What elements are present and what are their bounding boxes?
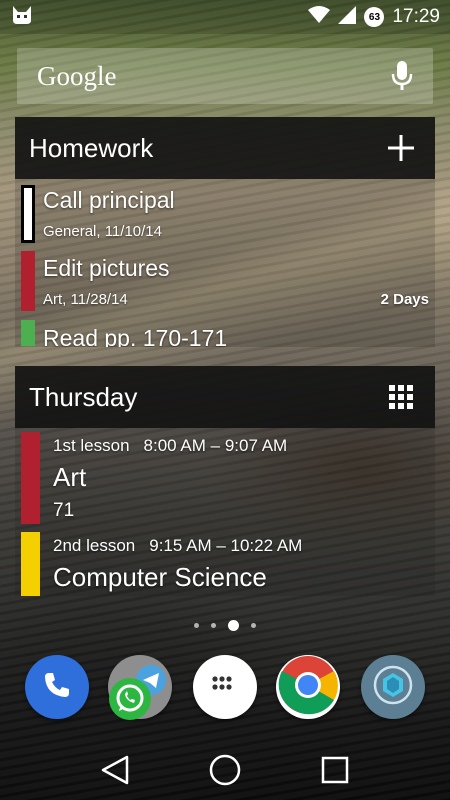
clock: 17:29 [392, 6, 440, 27]
homework-due-badge: 2 Days [380, 291, 429, 308]
lesson-row[interactable]: 1st lesson 8:00 AM – 9:07 AM Art 71 [15, 432, 435, 526]
whatsapp-icon [108, 677, 152, 726]
camera-app[interactable] [361, 655, 425, 719]
home-icon[interactable] [200, 745, 250, 795]
navigation-bar [0, 740, 450, 800]
lesson-meta: 1st lesson 8:00 AM – 9:07 AM [53, 436, 287, 456]
dock [0, 652, 450, 722]
homework-item[interactable]: Read pp. 170-171 [15, 319, 435, 347]
homework-item[interactable]: Call principal General, 11/10/14 [15, 185, 435, 245]
page-dot [251, 622, 256, 628]
recents-icon[interactable] [310, 745, 360, 795]
homework-color-bar [21, 320, 35, 346]
lesson-color-bar [21, 532, 40, 596]
homework-title: Homework [29, 132, 154, 163]
homework-item-title: Edit pictures [43, 255, 170, 281]
hexagon-icon [373, 665, 413, 710]
app-drawer-icon [212, 675, 238, 699]
lesson-subject: Computer Science [53, 562, 267, 592]
homework-item-subtitle: General, 11/10/14 [43, 223, 162, 240]
google-search-bar[interactable]: Google [17, 48, 433, 104]
lesson-subject: Art [53, 462, 87, 492]
signal-icon [338, 5, 357, 29]
page-indicator [0, 617, 450, 633]
lesson-number: 2nd lesson [53, 536, 136, 555]
lesson-time: 9:15 AM – 10:22 AM [149, 536, 303, 555]
timetable-day-title: Thursday [29, 381, 138, 412]
wifi-icon [308, 5, 331, 29]
status-bar: 63 17:29 [0, 0, 450, 34]
timetable-widget-header: Thursday [15, 366, 435, 428]
homework-color-bar [21, 251, 35, 311]
homework-item-subtitle: Art, 11/28/14 [43, 291, 128, 308]
homework-item-title: Read pp. 170-171 [43, 325, 228, 347]
phone-icon [42, 670, 72, 705]
lesson-number: 1st lesson [53, 436, 130, 455]
back-icon[interactable] [90, 745, 140, 795]
plus-icon[interactable] [381, 128, 421, 168]
app-drawer-button[interactable] [193, 655, 257, 719]
lesson-color-bar [21, 432, 40, 524]
cat-face-icon [10, 4, 34, 31]
lesson-meta: 2nd lesson 9:15 AM – 10:22 AM [53, 536, 302, 556]
chrome-app[interactable] [276, 655, 340, 719]
homework-item-title: Call principal [43, 187, 175, 213]
page-dot [211, 622, 216, 628]
mic-icon[interactable] [391, 60, 413, 92]
battery-level: 63 [368, 11, 381, 23]
homework-item[interactable]: Edit pictures Art, 11/28/14 2 Days [15, 251, 435, 313]
homework-widget-header: Homework [15, 117, 435, 179]
phone-app[interactable] [25, 655, 89, 719]
timetable-list: 1st lesson 8:00 AM – 9:07 AM Art 71 2nd l… [15, 428, 435, 596]
page-dot [194, 622, 199, 628]
chrome-icon [278, 655, 338, 720]
grid-icon[interactable] [381, 377, 421, 417]
page-dot-active [228, 619, 239, 631]
lesson-room: 71 [53, 500, 75, 521]
lesson-row[interactable]: 2nd lesson 9:15 AM – 10:22 AM Computer Sc… [15, 532, 435, 596]
homework-color-bar [21, 185, 35, 243]
battery-icon: 63 [364, 7, 385, 27]
google-logo: Google [37, 60, 117, 91]
messaging-folder[interactable] [108, 655, 172, 720]
lesson-time: 8:00 AM – 9:07 AM [143, 436, 288, 455]
homework-list: Call principal General, 11/10/14 Edit pi… [15, 179, 435, 347]
